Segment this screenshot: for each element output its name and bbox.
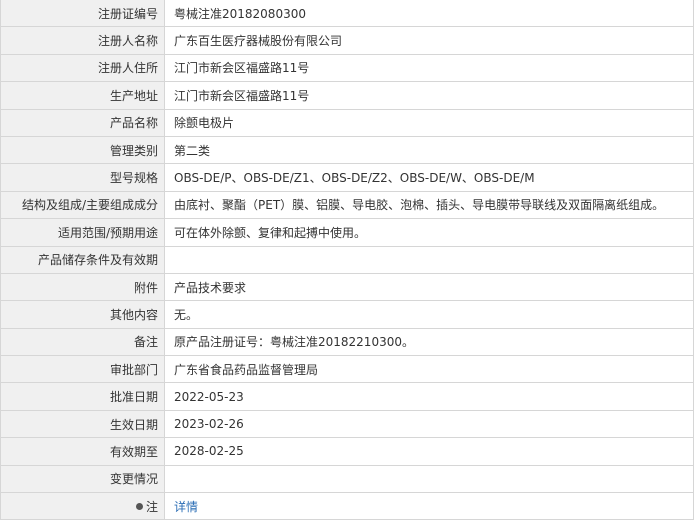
field-value: 江门市新会区福盛路11号 (164, 81, 694, 110)
field-label: 注册人住所 (0, 53, 165, 83)
row-expiry-date: 有效期至 2028-02-25 (0, 437, 694, 466)
field-value: 2022-05-23 (164, 382, 694, 411)
row-model-spec: 型号规格 OBS-DE/P、OBS-DE/Z1、OBS-DE/Z2、OBS-DE… (0, 163, 694, 192)
field-value: 可在体外除颤、复律和起搏中使用。 (164, 218, 694, 247)
row-approval-date: 批准日期 2022-05-23 (0, 382, 694, 411)
field-value (164, 245, 694, 274)
field-value: OBS-DE/P、OBS-DE/Z1、OBS-DE/Z2、OBS-DE/W、OB… (164, 163, 694, 192)
row-other-content: 其他内容 无。 (0, 300, 694, 329)
row-approval-department: 审批部门 广东省食品药品监督管理局 (0, 355, 694, 384)
field-label: 产品名称 (0, 108, 165, 137)
row-note: 注 详情 (0, 492, 694, 521)
row-remarks: 备注 原产品注册证号：粤械注准20182210300。 (0, 327, 694, 357)
field-value: 2028-02-25 (164, 437, 694, 466)
row-management-category: 管理类别 第二类 (0, 135, 694, 165)
row-registration-number: 注册证编号 粤械注准20182080300 (0, 0, 694, 28)
row-storage-validity: 产品储存条件及有效期 (0, 245, 694, 274)
field-value (164, 464, 694, 494)
field-label: 变更情况 (0, 464, 165, 494)
field-label: 型号规格 (0, 163, 165, 192)
field-label: 注册证编号 (0, 0, 165, 28)
row-production-address: 生产地址 江门市新会区福盛路11号 (0, 81, 694, 110)
field-label: 审批部门 (0, 355, 165, 384)
field-label: 适用范围/预期用途 (0, 218, 165, 247)
field-label: 有效期至 (0, 437, 165, 466)
field-label: 管理类别 (0, 135, 165, 165)
field-label: 结构及组成/主要组成成分 (0, 190, 165, 220)
field-label: 其他内容 (0, 300, 165, 329)
field-value: 粤械注准20182080300 (164, 0, 694, 28)
row-registrant-name: 注册人名称 广东百生医疗器械股份有限公司 (0, 26, 694, 55)
note-value-cell: 详情 (164, 492, 694, 521)
row-attachment: 附件 产品技术要求 (0, 272, 694, 302)
field-label: 产品储存条件及有效期 (0, 245, 165, 274)
details-link[interactable]: 详情 (174, 500, 198, 514)
row-intended-use: 适用范围/预期用途 可在体外除颤、复律和起搏中使用。 (0, 218, 694, 247)
row-change-history: 变更情况 (0, 464, 694, 494)
field-value: 由底衬、聚酯（PET）膜、铝膜、导电胶、泡棉、插头、导电膜带导联线及双面隔离纸组… (164, 190, 694, 220)
field-value: 2023-02-26 (164, 409, 694, 439)
note-label-cell: 注 (0, 492, 165, 521)
field-label: 生产地址 (0, 81, 165, 110)
field-label: 注册人名称 (0, 26, 165, 55)
field-value: 原产品注册证号：粤械注准20182210300。 (164, 327, 694, 357)
field-label: 批准日期 (0, 382, 165, 411)
row-structure-composition: 结构及组成/主要组成成分 由底衬、聚酯（PET）膜、铝膜、导电胶、泡棉、插头、导… (0, 190, 694, 220)
field-value: 无。 (164, 300, 694, 329)
registration-detail-table: 注册证编号 粤械注准20182080300 注册人名称 广东百生医疗器械股份有限… (0, 0, 694, 521)
field-value: 广东省食品药品监督管理局 (164, 355, 694, 384)
row-registrant-address: 注册人住所 江门市新会区福盛路11号 (0, 53, 694, 83)
field-value: 产品技术要求 (164, 272, 694, 302)
field-label: 附件 (0, 272, 165, 302)
field-value: 第二类 (164, 135, 694, 165)
info-dot-icon (135, 502, 143, 510)
field-value: 除颤电极片 (164, 108, 694, 137)
field-label: 生效日期 (0, 409, 165, 439)
row-product-name: 产品名称 除颤电极片 (0, 108, 694, 137)
field-value: 广东百生医疗器械股份有限公司 (164, 26, 694, 55)
row-effective-date: 生效日期 2023-02-26 (0, 409, 694, 439)
field-label: 备注 (0, 327, 165, 357)
note-label: 注 (145, 499, 158, 514)
field-value: 江门市新会区福盛路11号 (164, 53, 694, 83)
